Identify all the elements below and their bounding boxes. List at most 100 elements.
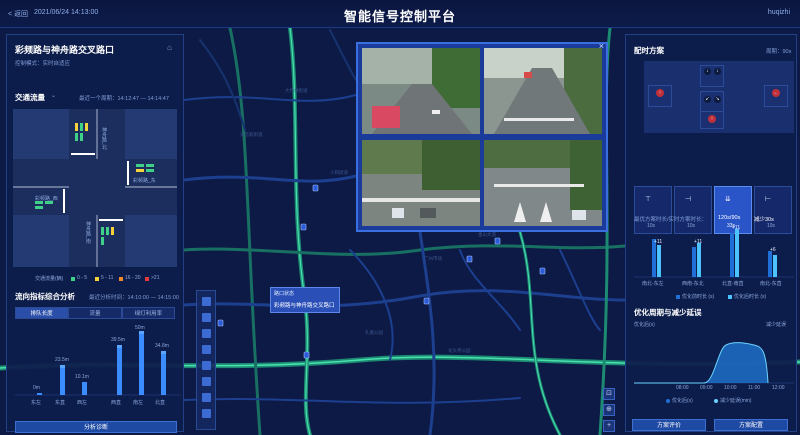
- optimize-value: 120s/90s: [718, 215, 741, 221]
- camera-feed[interactable]: [362, 140, 480, 226]
- direction-north: ↓ ↓: [700, 65, 724, 87]
- signal-icon[interactable]: [202, 329, 211, 338]
- bar-category: 西直: [111, 400, 122, 406]
- map-toolbar: [196, 290, 216, 430]
- intersection-diagram: 神舟路_北 彩频路_东 彩频路_西 神舟路_南: [13, 109, 177, 267]
- direction-west: ↑: [648, 85, 672, 107]
- optimize-label: 最优方案时长/实时方案时长：: [634, 217, 708, 223]
- camera-video-wall[interactable]: ×: [356, 41, 608, 232]
- map-label: 礼嘉公园: [365, 330, 383, 335]
- tab-flow[interactable]: 流量: [68, 307, 122, 319]
- delay-time: 09:00: [700, 385, 713, 391]
- bar-category: 西左: [77, 400, 88, 406]
- bar-category: 西南-东北: [682, 281, 704, 287]
- chevron-down-icon[interactable]: ⌄: [51, 92, 56, 99]
- legend-label: 优化后(s): [672, 398, 693, 404]
- arrow-up-icon: ↑: [656, 89, 664, 97]
- delay-time: 12:00: [772, 385, 785, 391]
- traffic-flow-period: 最近一个周期：14:12:47 — 14:14:47: [79, 96, 169, 102]
- bar-value: 23.5m: [55, 357, 69, 363]
- timing-plan-title: 配时方案: [634, 46, 664, 55]
- road-label-east: 彩频路_东: [133, 178, 156, 184]
- legend-label: 0 - 5: [77, 275, 88, 281]
- legend-label: 优化前时长 (s): [682, 294, 715, 300]
- bar-category: 北直: [155, 400, 166, 406]
- arrow-down-icon: ↓: [714, 68, 721, 75]
- direction-east: ←: [764, 85, 788, 107]
- arrow-icon: ↙: [704, 96, 711, 103]
- map-label: 广州市场: [424, 256, 442, 261]
- legend-label: 16 - 20: [125, 275, 141, 281]
- bar-value: 0m: [33, 385, 40, 391]
- delay-time: 08:00: [676, 385, 689, 391]
- analysis-tabs: 排队长度 流量 绿灯利用率: [15, 307, 175, 319]
- map-label: 大竹林街道: [285, 88, 308, 93]
- phase-arrow-icon: ⇊: [725, 196, 731, 203]
- traffic-legend: 交通流量(辆) 0 - 5 5 - 11 16 - 20 >21: [15, 274, 185, 284]
- popup-line-1: 路口状态: [274, 291, 295, 297]
- camera-icon[interactable]: [202, 313, 211, 322]
- camera-feed[interactable]: [362, 48, 480, 134]
- alert-icon[interactable]: [202, 377, 211, 386]
- map-label: 龙头寺公园: [448, 348, 471, 353]
- top-bar: < 返回 2021/06/24 14:13:00 智能信号控制平台 huqizh…: [0, 0, 800, 28]
- delay-area-chart: 08:00 09:00 10:00 11:00 12:00: [634, 329, 794, 393]
- layer-icon[interactable]: [202, 297, 211, 306]
- tab-queue-length[interactable]: 排队长度: [15, 307, 69, 319]
- bar-value: 34.8m: [155, 343, 169, 349]
- bar-label: +6: [770, 247, 776, 253]
- intersection-popup[interactable]: 路口状态 彩频路与神舟路交叉路口: [270, 287, 340, 313]
- direction-south: ↑: [700, 111, 724, 129]
- bar-category: 南左: [133, 400, 144, 406]
- camera-feed[interactable]: [484, 140, 602, 226]
- locate-icon[interactable]: ⊕: [603, 404, 615, 416]
- home-icon[interactable]: ⌂: [167, 43, 172, 52]
- fullscreen-icon[interactable]: ⊡: [603, 388, 615, 400]
- chart-icon[interactable]: [202, 393, 211, 402]
- legend-swatch: [666, 399, 670, 403]
- delay-ylabel-right: 减少延误: [766, 322, 787, 328]
- user-name[interactable]: huqizhi: [768, 9, 790, 16]
- map-label: 金山大道: [478, 232, 496, 237]
- analysis-title: 流向指标综合分析: [15, 292, 75, 301]
- popup-line-2: 彩频路与神舟路交叉路口: [274, 303, 335, 309]
- camera-feed[interactable]: [484, 48, 602, 134]
- legend-label: >21: [151, 275, 160, 281]
- arrow-left-icon: ←: [772, 89, 780, 97]
- zoom-in-icon[interactable]: +: [603, 420, 615, 432]
- settings-icon[interactable]: [202, 409, 211, 418]
- car-icon[interactable]: [202, 345, 211, 354]
- phase-arrow-icon: ⊢: [765, 196, 772, 203]
- legend-swatch: [95, 277, 99, 281]
- optimize-bar-chart: +11 +11 +11 +6 南北-东左 西南-东北 北直-南直 南北-东直: [634, 225, 794, 295]
- delay-time: 10:00: [724, 385, 737, 391]
- legend-swatch: [728, 295, 732, 299]
- arrow-icon: ↘: [714, 96, 721, 103]
- bar-value: 50m: [135, 325, 145, 331]
- map-label: 人和街道: [330, 170, 348, 175]
- legend-swatch: [714, 399, 718, 403]
- legend-swatch: [145, 277, 149, 281]
- analysis-period: 最近分析时间：14:10:00 — 14:15:00: [89, 295, 179, 301]
- phase-directions: ↓ ↓ ↑ ↙ ↘ ← ↑: [644, 61, 794, 133]
- phase-arrow-icon: ⊣: [685, 196, 692, 203]
- page-title: 智能信号控制平台: [343, 9, 456, 24]
- route-icon[interactable]: [202, 361, 211, 370]
- analyze-button[interactable]: 分析诊断: [15, 421, 177, 433]
- legend-label: 优化后时长 (s): [734, 294, 767, 300]
- tab-green-utilization[interactable]: 绿灯利用率: [121, 307, 175, 319]
- bar-category: 南北-东左: [642, 281, 664, 287]
- arrow-up-icon: ↑: [708, 115, 716, 123]
- legend-swatch: [119, 277, 123, 281]
- plan-evaluation-button[interactable]: 方案评价: [632, 419, 706, 431]
- legend-label: 减少延误(min): [720, 398, 752, 404]
- bar-category: 东左: [31, 400, 42, 406]
- left-panel: 彩频路与神舟路交叉路口 ⌂ 控制模式：实时自适应 交通流量 ⌄ 最近一个周期：1…: [6, 34, 185, 433]
- plan-config-button[interactable]: 方案配置: [714, 419, 788, 431]
- road-label-north: 神舟路_北: [101, 127, 107, 150]
- road-label-west: 彩频路_西: [35, 196, 58, 202]
- traffic-flow-title: 交通流量: [15, 93, 45, 102]
- bar-label: +11: [732, 225, 741, 231]
- control-mode: 控制模式：实时自适应: [15, 61, 71, 67]
- reduce-label: 减少30s: [754, 217, 774, 223]
